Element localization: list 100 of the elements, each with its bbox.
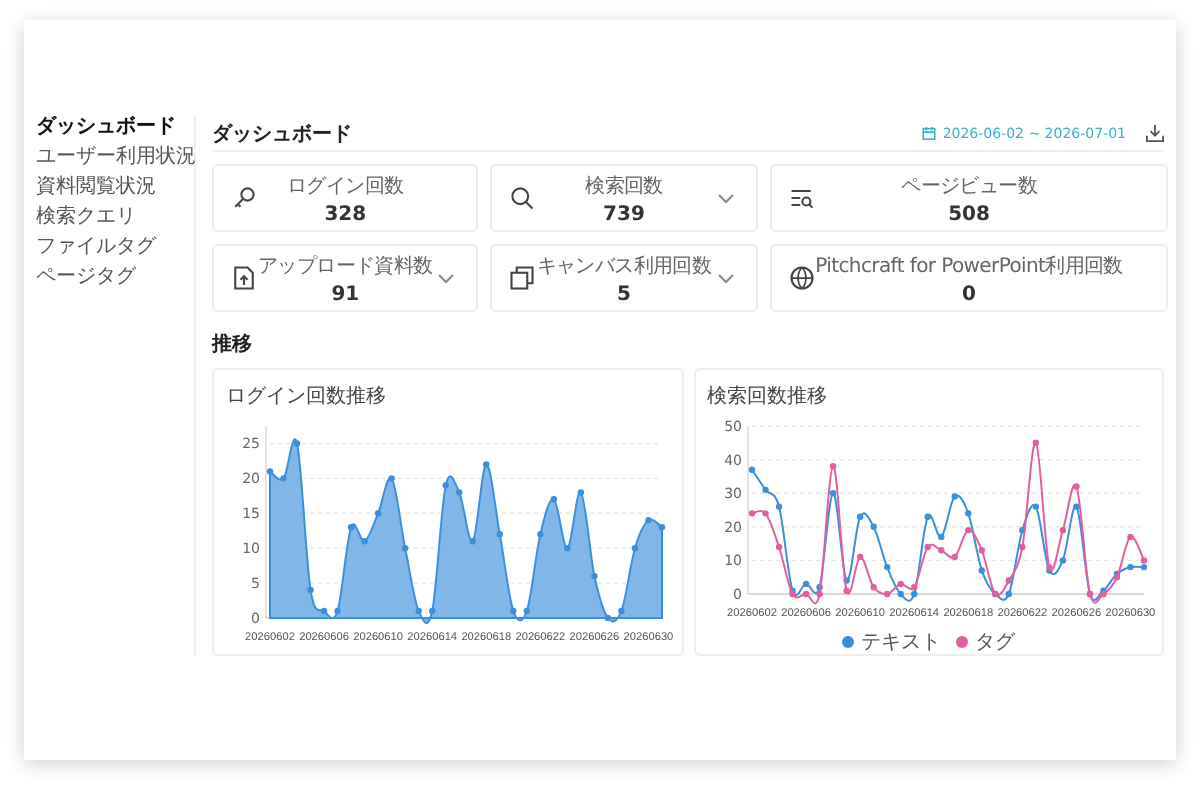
data-point <box>828 490 836 497</box>
data-point <box>774 543 782 551</box>
stat-value: 5 <box>616 283 631 305</box>
data-point <box>1072 483 1079 490</box>
upload-file-icon <box>230 264 258 292</box>
legend-label: テキスト <box>860 630 941 656</box>
data-point <box>869 584 876 591</box>
data-point <box>1004 577 1012 584</box>
data-point <box>828 463 836 470</box>
legend-label: タグ <box>974 630 1015 656</box>
stat-label: アップロード資料数 <box>258 253 433 279</box>
data-point <box>483 461 490 468</box>
data-point <box>761 510 768 517</box>
data-point <box>1031 503 1039 510</box>
stat-label: 検索回数 <box>585 173 663 199</box>
data-point <box>658 524 666 531</box>
data-point <box>496 531 503 538</box>
data-point <box>1126 533 1133 541</box>
chart-title: ログイン回数推移 <box>226 384 386 410</box>
stat-value: 739 <box>603 203 645 225</box>
sidebar-item[interactable]: ページタグ <box>36 266 194 288</box>
data-point <box>964 510 971 517</box>
data-point <box>855 513 863 520</box>
data-point <box>415 607 422 615</box>
data-point <box>842 577 849 584</box>
data-point <box>950 493 957 500</box>
data-point <box>1018 543 1025 551</box>
data-point <box>388 475 395 482</box>
data-point <box>923 543 930 551</box>
data-point <box>761 486 768 494</box>
data-point <box>937 547 944 554</box>
globe-icon <box>787 264 816 292</box>
data-point <box>1126 563 1133 571</box>
data-point <box>1072 503 1079 510</box>
data-point <box>964 526 971 534</box>
data-point <box>1031 439 1039 446</box>
data-point <box>361 538 368 545</box>
data-point <box>293 440 301 447</box>
data-point <box>577 489 585 496</box>
stat-value: 508 <box>948 203 990 225</box>
section-title: 推移 <box>212 331 252 358</box>
sidebar-item[interactable]: ファイルタグ <box>36 236 194 258</box>
stat-label: ページビュー数 <box>901 173 1037 199</box>
data-point <box>618 607 625 615</box>
search-icon <box>508 184 537 212</box>
data-point <box>456 489 463 496</box>
copy-icon <box>508 264 537 292</box>
chart-title: 検索回数推移 <box>707 383 827 410</box>
data-point <box>774 503 782 510</box>
data-point <box>977 547 984 554</box>
data-point <box>747 510 755 517</box>
download-icon[interactable] <box>1146 124 1164 142</box>
data-point <box>645 517 652 524</box>
data-point <box>510 607 517 615</box>
data-point <box>347 524 355 531</box>
data-point <box>523 607 531 615</box>
data-point <box>882 590 890 598</box>
data-point <box>401 545 409 552</box>
chevron-down-icon[interactable] <box>717 273 734 283</box>
calendar-icon <box>922 126 937 140</box>
stat-label: キャンバス利用回数 <box>536 253 712 279</box>
data-point <box>334 607 341 615</box>
data-point <box>320 607 328 615</box>
data-point <box>869 523 876 530</box>
data-point <box>307 586 314 594</box>
data-point <box>266 468 274 475</box>
stat-value: 0 <box>962 283 977 305</box>
sidebar-item[interactable]: ダッシュボード <box>36 116 194 138</box>
data-point <box>374 510 382 517</box>
data-point <box>937 533 944 541</box>
data-point <box>1004 590 1012 598</box>
stat-value: 328 <box>324 203 367 225</box>
stat-label: Pitchcraft for PowerPoint利用回数 <box>815 253 1123 279</box>
chevron-down-icon[interactable] <box>717 193 734 203</box>
data-point <box>604 614 612 622</box>
sidebar-item[interactable]: 検索クエリ <box>36 206 194 228</box>
data-point <box>747 466 755 473</box>
data-point <box>280 475 287 482</box>
data-point <box>550 496 558 503</box>
stat-value: 91 <box>331 283 360 305</box>
data-point <box>469 538 476 545</box>
data-point <box>1018 526 1025 534</box>
data-point <box>591 572 598 580</box>
data-point <box>631 545 639 552</box>
data-point <box>537 531 544 538</box>
key-icon <box>230 184 258 212</box>
data-point <box>923 513 930 520</box>
sidebar-item[interactable]: ユーザー利用状況 <box>36 146 194 168</box>
data-point <box>842 587 849 594</box>
data-point <box>1058 557 1066 564</box>
chevron-down-icon[interactable] <box>438 273 455 283</box>
sidebar-item[interactable]: 資料閲覧状況 <box>36 176 194 198</box>
data-point <box>564 545 571 552</box>
data-point <box>1058 526 1066 534</box>
data-point <box>950 553 957 561</box>
data-point <box>429 607 436 615</box>
stat-label: ログイン回数 <box>287 173 404 199</box>
data-point <box>882 563 890 571</box>
data-point <box>442 482 449 489</box>
data-point <box>977 567 984 574</box>
